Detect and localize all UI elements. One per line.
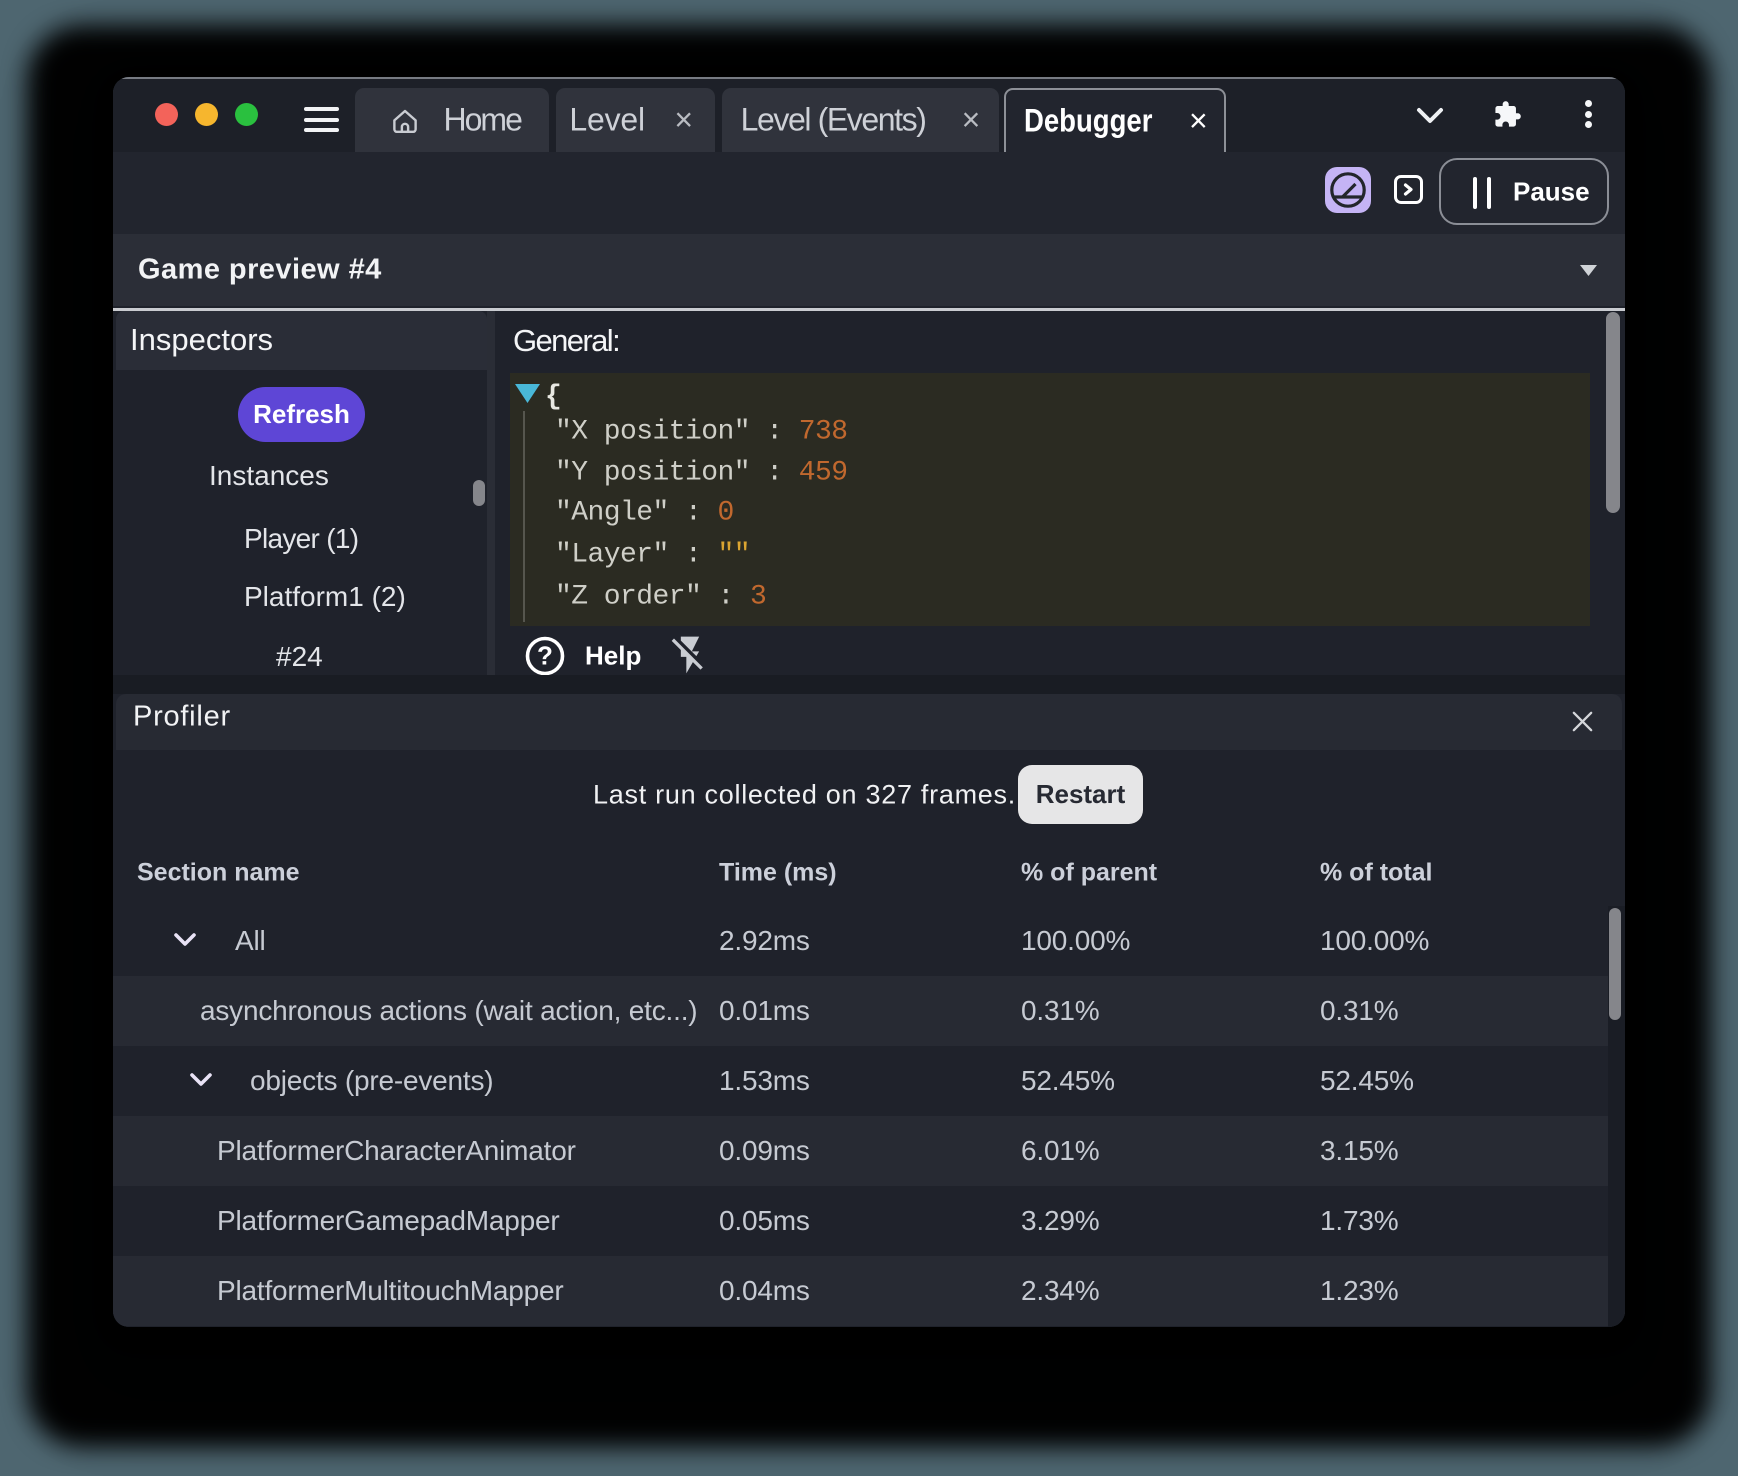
svg-text:?: ? <box>537 641 553 671</box>
